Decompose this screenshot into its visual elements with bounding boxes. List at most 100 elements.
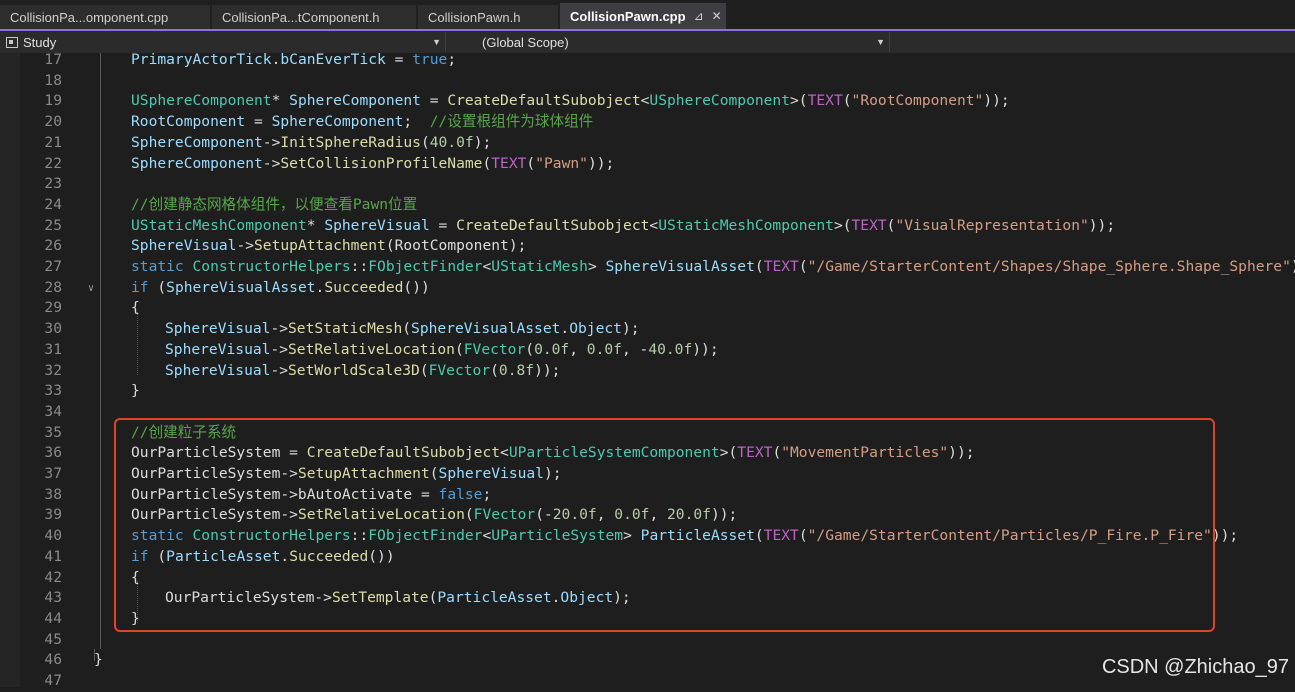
document-tab-bar: CollisionPa...omponent.cpp CollisionPa..… (0, 0, 1295, 31)
code-text: UStaticMeshComponent* SphereVisual = Cre… (131, 216, 1115, 237)
code-text: SphereVisual->SetRelativeLocation(FVecto… (165, 340, 719, 361)
code-token: )); (1211, 527, 1239, 545)
project-dropdown-label: Study (23, 34, 57, 50)
line-number: 24 (44, 195, 62, 213)
code-text: SphereVisual->SetWorldScale3D(FVector(0.… (165, 361, 560, 382)
code-token: //设置根组件为球体组件 (429, 113, 594, 131)
code-token: if (131, 278, 149, 296)
code-token: PrimaryActorTick (131, 51, 272, 68)
code-token: SetStaticMesh (288, 320, 403, 338)
code-token: -> (236, 237, 255, 255)
line-number: 39 (44, 506, 62, 524)
code-text: //创建静态网格体组件，以便查看Pawn位置 (131, 195, 417, 216)
code-token: = (245, 113, 272, 131)
code-line[interactable]: 47 (0, 671, 1295, 692)
line-number: 18 (44, 71, 62, 89)
line-number: 38 (44, 485, 62, 503)
line-number: 30 (44, 320, 62, 338)
code-token: ( (454, 340, 464, 358)
code-token: SphereVisualAsset (605, 258, 755, 275)
line-number: 19 (44, 92, 62, 110)
line-number: 46 (44, 651, 62, 669)
line-number: 22 (44, 154, 62, 172)
code-line[interactable]: 19 USphereComponent* SphereComponent = Cr… (0, 91, 1295, 112)
code-token: SetupAttachment (254, 237, 386, 255)
code-token: ( (842, 92, 852, 110)
scope-dropdown-label: (Global Scope) (482, 34, 569, 50)
code-line[interactable]: 31 SphereVisual->SetRelativeLocation(FVec… (0, 340, 1295, 361)
code-token: )); (1291, 258, 1295, 275)
code-token: InitSphereRadius (280, 133, 421, 151)
code-token: TEXT (807, 92, 843, 110)
tab-collisionpawn-h[interactable]: CollisionPawn.h (418, 5, 558, 29)
code-token: )); (692, 340, 719, 358)
code-token: SphereComponent (271, 113, 404, 131)
code-line[interactable]: 22 SphereComponent->SetCollisionProfileNa… (0, 154, 1295, 175)
tab-label: CollisionPawn.h (428, 9, 521, 25)
code-line[interactable]: 46} (0, 650, 1295, 671)
code-token: > (587, 258, 606, 275)
code-line[interactable]: 25 UStaticMeshComponent* SphereVisual = C… (0, 216, 1295, 237)
code-editor[interactable]: ∨ 17 PrimaryActorTick.bCanEverTick = true… (0, 50, 1295, 689)
code-text: SphereComponent->SetCollisionProfileName… (131, 154, 614, 175)
code-line[interactable]: 33} (0, 381, 1295, 402)
code-line[interactable]: 23 (0, 174, 1295, 195)
code-token: = (385, 51, 413, 68)
code-token: } (94, 651, 103, 669)
code-token: "VisualRepresentation" (895, 216, 1089, 234)
code-token: UStaticMesh (491, 258, 588, 275)
line-number: 17 (44, 51, 62, 68)
tab-collisionpawn-cpp[interactable]: CollisionPawn.cpp ⊿ ✕ (560, 3, 726, 29)
code-token: } (131, 382, 140, 400)
code-line[interactable]: 24 //创建静态网格体组件，以便查看Pawn位置 (0, 195, 1295, 216)
chevron-down-icon: ▼ (432, 37, 441, 47)
code-token: CreateDefaultSubobject (456, 216, 650, 234)
code-line[interactable]: 17 PrimaryActorTick.bCanEverTick = true; (0, 50, 1295, 71)
code-line[interactable]: 20 RootComponent = SphereComponent; //设置根… (0, 112, 1295, 133)
code-token: FVector (463, 340, 526, 358)
code-text: } (131, 381, 140, 402)
line-number: 36 (44, 444, 62, 462)
code-token: true (412, 51, 448, 68)
code-line[interactable]: 18 (0, 71, 1295, 92)
tab-label: CollisionPa...omponent.cpp (10, 9, 169, 25)
highlight-annotation-box (114, 418, 1215, 632)
code-token: RootComponent (131, 113, 246, 131)
code-line[interactable]: 30 SphereVisual->SetStaticMesh(SphereVisu… (0, 319, 1295, 340)
line-number: 37 (44, 465, 62, 482)
code-token: USphereComponent (649, 92, 791, 110)
code-line[interactable]: 28 if (SphereVisualAsset.Succeeded()) (0, 278, 1295, 299)
code-token: SphereVisual (165, 340, 271, 358)
code-token: , (569, 340, 587, 358)
line-number: 23 (44, 175, 62, 193)
tab-collisionparticle-component-cpp[interactable]: CollisionPa...omponent.cpp (0, 5, 210, 29)
tab-collisionparticle-component-h[interactable]: CollisionPa...tComponent.h (212, 5, 416, 29)
code-token: SphereVisual (324, 216, 430, 234)
code-token: :: (350, 258, 369, 275)
code-token: )); (983, 92, 1010, 110)
code-token: SetRelativeLocation (288, 340, 455, 358)
code-token: 40.0f (429, 133, 474, 151)
code-token: >( (790, 92, 808, 110)
code-token: = (429, 216, 457, 234)
code-line[interactable]: 45 (0, 630, 1295, 651)
code-token: -> (270, 320, 289, 338)
code-line[interactable]: 32 SphereVisual->SetWorldScale3D(FVector(… (0, 361, 1295, 382)
code-line[interactable]: 21 SphereComponent->InitSphereRadius(40.0… (0, 133, 1295, 154)
code-token: CreateDefaultSubobject (447, 92, 641, 110)
code-line[interactable]: 26 SphereVisual->SetupAttachment(RootComp… (0, 236, 1295, 257)
project-dropdown[interactable]: Study ▼ (0, 32, 446, 52)
code-token: -> (270, 361, 289, 379)
code-token: ()) (403, 278, 430, 296)
line-number: 42 (44, 568, 62, 586)
line-number: 29 (44, 299, 62, 317)
code-token: 0.0f (534, 340, 570, 358)
scope-dropdown[interactable]: (Global Scope) ▼ (462, 32, 890, 52)
code-token: < (482, 258, 492, 275)
line-number: 41 (44, 547, 62, 565)
pin-icon[interactable]: ⊿ (694, 9, 704, 23)
code-line[interactable]: 27 static ConstructorHelpers::FObjectFind… (0, 257, 1295, 278)
code-line[interactable]: 29 { (0, 298, 1295, 319)
close-icon[interactable]: ✕ (712, 9, 722, 23)
code-token: 0.8f (498, 361, 535, 379)
